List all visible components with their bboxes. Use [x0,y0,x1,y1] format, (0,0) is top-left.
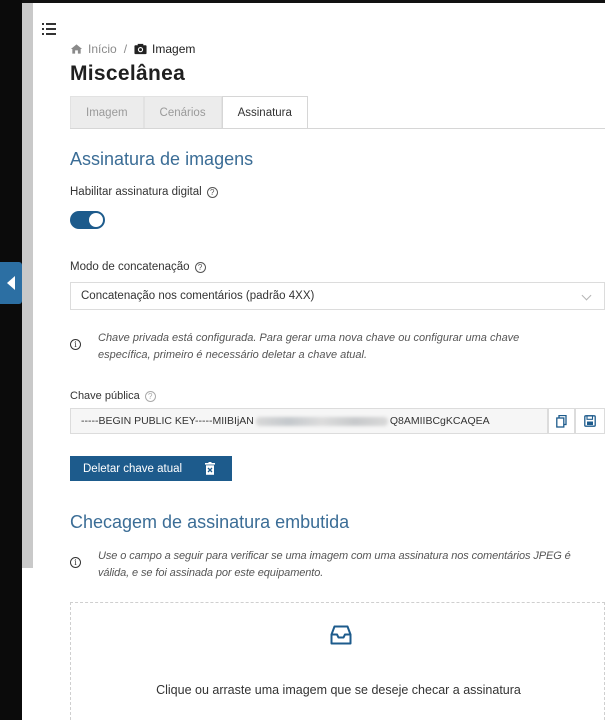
private-key-info-text: Chave privada está configurada. Para ger… [98,332,520,361]
private-key-info: i Chave privada está configurada. Para g… [70,330,605,364]
check-info: i Use o campo a seguir para verificar se… [70,548,605,582]
chevron-left-icon [7,276,15,290]
trash-icon [205,462,215,475]
breadcrumb-separator: / [123,42,128,56]
tab-imagem[interactable]: Imagem [70,96,144,129]
enable-signature-label: Habilitar assinatura digital ? [70,186,218,198]
check-info-text: Use o campo a seguir para verificar se u… [98,550,571,579]
redacted-key-segment [255,416,388,426]
breadcrumb-current: Imagem [152,42,196,56]
enable-signature-toggle[interactable] [70,211,105,229]
camera-icon [134,43,147,55]
concat-mode-label-text: Modo de concatenação [70,261,190,273]
concat-mode-selected: Concatenação nos comentários (padrão 4XX… [81,290,315,302]
toggle-knob [89,213,103,227]
delete-key-button[interactable]: Deletar chave atual [70,456,232,481]
delete-key-button-label: Deletar chave atual [83,462,183,475]
help-icon[interactable]: ? [194,261,206,273]
sidebar-scrollbar[interactable] [22,0,33,568]
concat-mode-select[interactable]: Concatenação nos comentários (padrão 4XX… [70,282,605,310]
save-icon [584,415,596,427]
home-icon [70,44,83,54]
window-edge [0,0,22,720]
help-icon[interactable]: ? [144,390,156,402]
breadcrumb: Início / Imagem [70,41,195,57]
signature-check-dropzone[interactable]: Clique ou arraste uma imagem que se dese… [70,602,605,720]
public-key-field[interactable]: -----BEGIN PUBLIC KEY-----MIIBIjAN Q8AMI… [70,408,548,434]
chevron-down-icon [581,290,592,301]
copy-icon [556,414,567,428]
dropzone-text: Clique ou arraste uma imagem que se dese… [156,683,521,697]
info-icon: i [70,557,81,568]
public-key-start: -----BEGIN PUBLIC KEY-----MIIBIjAN [81,415,254,427]
tab-bar: Imagem Cenários Assinatura [70,96,308,129]
save-key-button[interactable] [575,408,605,434]
tab-divider [70,128,605,129]
check-section-title: Checagem de assinatura embutida [70,512,350,532]
inbox-icon [330,625,352,645]
page-title: Miscelânea [70,62,186,85]
enable-signature-label-text: Habilitar assinatura digital [70,186,202,198]
tab-cenarios[interactable]: Cenários [143,96,222,129]
public-key-label: Chave pública ? [70,390,156,402]
signature-section-title: Assinatura de imagens [70,149,254,169]
breadcrumb-home-link[interactable]: Início [88,42,117,56]
info-icon: i [70,339,81,350]
tab-assinatura[interactable]: Assinatura [221,96,308,129]
copy-key-button[interactable] [548,408,575,434]
sidebar-collapse-toggle[interactable] [0,262,22,304]
top-border [22,0,605,3]
list-menu-icon[interactable] [42,23,56,35]
help-icon[interactable]: ? [206,186,218,198]
public-key-end: Q8AMIIBCgKCAQEA [389,415,490,427]
public-key-label-text: Chave pública [70,390,140,402]
concat-mode-label: Modo de concatenação ? [70,261,206,273]
